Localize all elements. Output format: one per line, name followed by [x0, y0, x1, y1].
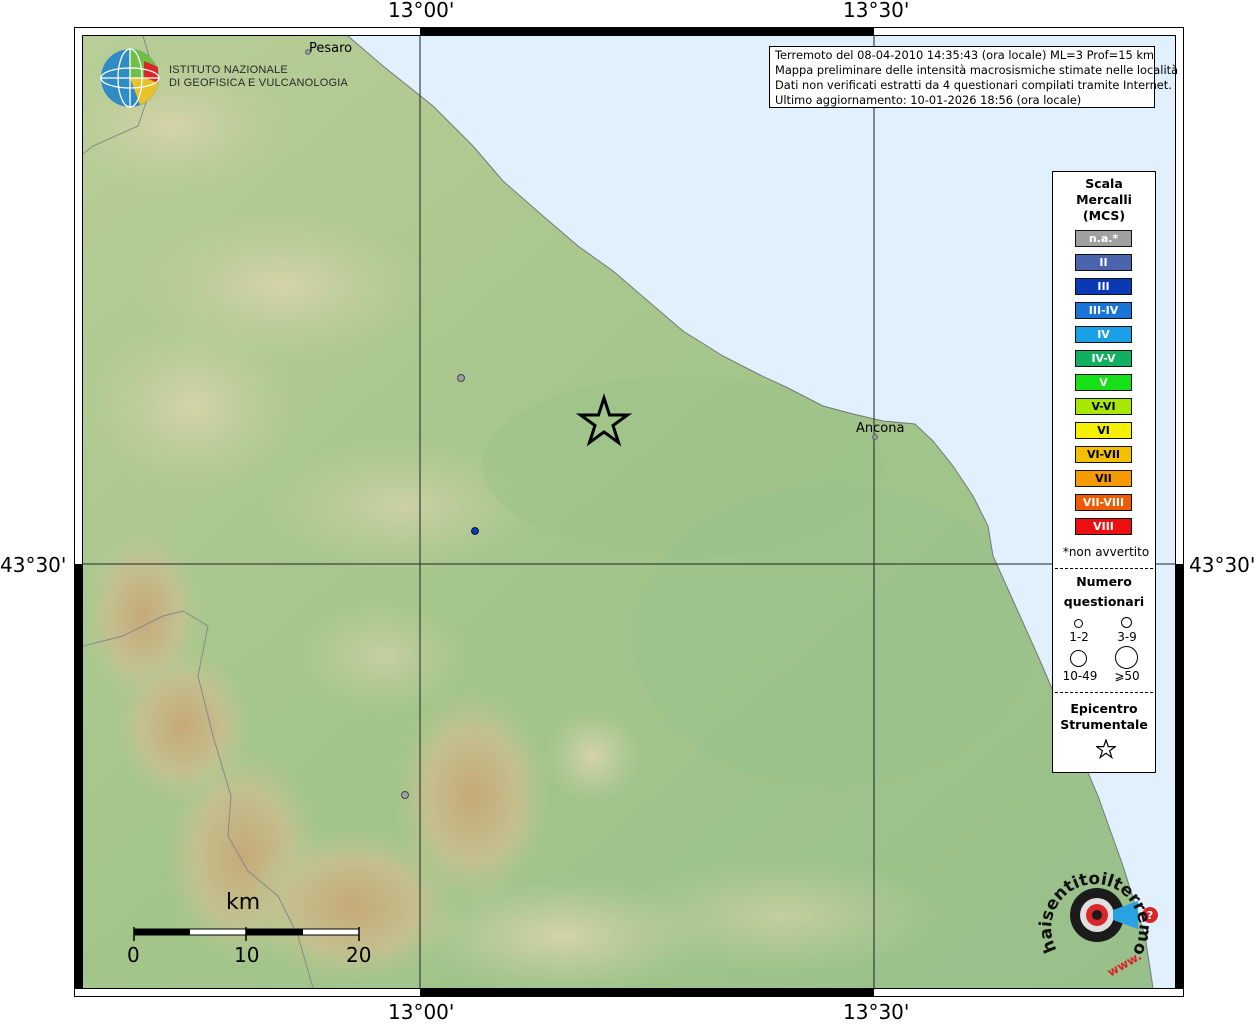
count-circle-3-9	[1121, 617, 1132, 628]
ingv-logo-text: ISTITUTO NAZIONALE DI GEOFISICA E VULCAN…	[169, 64, 348, 90]
logo-line2: DI GEOFISICA E VULCANOLOGIA	[169, 77, 348, 89]
scale-unit: km	[226, 890, 261, 915]
intensity-swatch-vi-vii: VI-VII	[1075, 446, 1132, 463]
legend-star-icon	[1096, 739, 1116, 759]
intensity-swatch-iii: III	[1075, 278, 1132, 295]
count-circle-10-49	[1070, 650, 1087, 667]
intensity-swatch-vi: VI	[1075, 422, 1132, 439]
legend-divider-1	[1055, 568, 1153, 569]
legend-divider-2	[1055, 692, 1153, 693]
scale-bar	[133, 927, 360, 941]
count-circle-50plus	[1115, 646, 1138, 669]
place-dot-ancona	[872, 434, 878, 440]
intensity-swatch-vii: VII	[1075, 470, 1132, 487]
info-line-updated: Ultimo aggiornamento: 10-01-2026 18:56 (…	[775, 93, 1082, 107]
count-label-3-9: 3-9	[1117, 630, 1137, 644]
epicenter-star-icon	[575, 393, 633, 447]
ingv-logo-icon	[100, 48, 160, 108]
scale-label-20: 20	[346, 943, 372, 967]
count-label-1-2: 1-2	[1069, 630, 1089, 644]
intensity-swatch-iv-v: IV-V	[1075, 350, 1132, 367]
info-line-event: Terremoto del 08-04-2010 14:35:43 (ora l…	[775, 48, 1155, 62]
legend-epi-title-2: Strumentale	[1060, 717, 1148, 732]
legend-epi-title-1: Epicentro	[1070, 701, 1138, 716]
count-circle-1-2	[1074, 619, 1083, 628]
count-label-50plus: ⩾50	[1114, 669, 1140, 683]
info-line-data: Dati non verificati estratti da 4 questi…	[775, 78, 1172, 92]
legend-count-title-2: questionari	[1063, 594, 1145, 609]
intensity-swatch-v-vi: V-VI	[1075, 398, 1132, 415]
intensity-swatch-n-a: n.a.*	[1075, 230, 1132, 247]
intensity-swatch-viii: VIII	[1075, 518, 1132, 535]
intensity-swatch-ii: II	[1075, 254, 1132, 271]
place-dot-pesaro	[305, 49, 311, 55]
intensity-swatch-vii-viii: VII-VIII	[1075, 494, 1132, 511]
watermark-logo-icon: ? haisentitoilterremoto.it www.	[1035, 855, 1158, 980]
scale-label-10: 10	[234, 943, 260, 967]
svg-text:www.: www.	[1105, 949, 1144, 980]
intensity-swatch-iv: IV	[1075, 326, 1132, 343]
intensity-point-na-1	[457, 374, 465, 382]
legend-panel: Scala Mercalli (MCS) n.a.* II III III-IV IV I…	[1052, 171, 1156, 773]
legend-title-3: (MCS)	[1082, 208, 1126, 223]
intensity-swatch-iii-iv: III-IV	[1075, 302, 1132, 319]
count-label-10-49: 10-49	[1062, 669, 1098, 683]
event-info-box: Terremoto del 08-04-2010 14:35:43 (ora l…	[769, 46, 1179, 108]
intensity-point-iii	[471, 527, 479, 535]
info-line-map: Mappa preliminare delle intensità macros…	[775, 63, 1179, 77]
legend-na-note: *non avvertito	[1062, 545, 1150, 559]
intensity-swatch-v: V	[1075, 374, 1132, 391]
logo-line1: ISTITUTO NAZIONALE	[169, 64, 288, 76]
legend-count-title-1: Numero	[1076, 574, 1132, 589]
legend-title-1: Scala	[1085, 176, 1123, 191]
intensity-point-na-2	[401, 791, 409, 799]
legend-title-2: Mercalli	[1076, 192, 1132, 207]
scale-label-0: 0	[127, 943, 140, 967]
